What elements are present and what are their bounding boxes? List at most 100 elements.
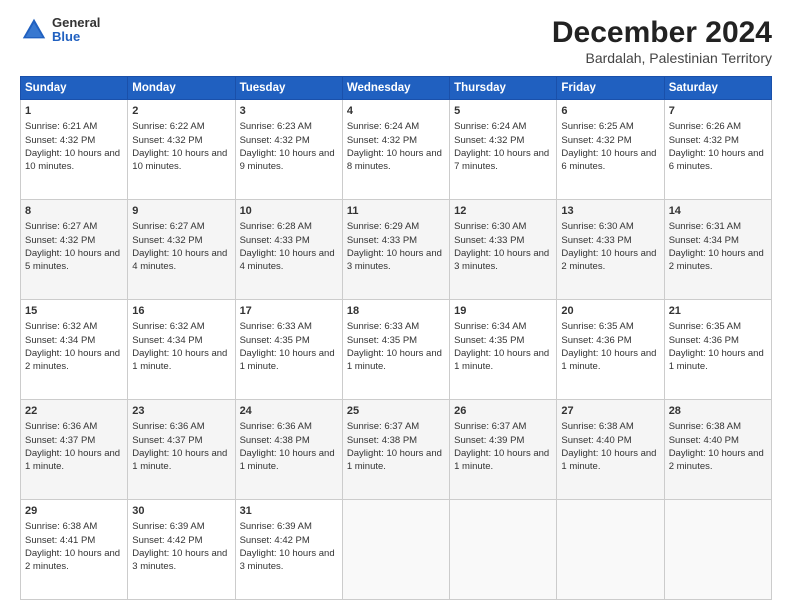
calendar-cell bbox=[342, 500, 449, 600]
sunset-text: Sunset: 4:36 PM bbox=[561, 335, 631, 346]
sunrise-text: Sunrise: 6:23 AM bbox=[240, 121, 312, 132]
sunset-text: Sunset: 4:33 PM bbox=[240, 235, 310, 246]
daylight-text: Daylight: 10 hours and 8 minutes. bbox=[347, 148, 442, 172]
daylight-text: Daylight: 10 hours and 10 minutes. bbox=[132, 148, 227, 172]
sunrise-text: Sunrise: 6:36 AM bbox=[25, 421, 97, 432]
daylight-text: Daylight: 10 hours and 5 minutes. bbox=[25, 248, 120, 272]
sunrise-text: Sunrise: 6:39 AM bbox=[132, 521, 204, 532]
day-number: 16 bbox=[132, 304, 230, 319]
daylight-text: Daylight: 10 hours and 6 minutes. bbox=[561, 148, 656, 172]
calendar-cell: 20 Sunrise: 6:35 AM Sunset: 4:36 PM Dayl… bbox=[557, 300, 664, 400]
day-number: 3 bbox=[240, 104, 338, 119]
daylight-text: Daylight: 10 hours and 1 minute. bbox=[561, 448, 656, 472]
sunset-text: Sunset: 4:33 PM bbox=[561, 235, 631, 246]
day-number: 24 bbox=[240, 404, 338, 419]
calendar-header-row: SundayMondayTuesdayWednesdayThursdayFrid… bbox=[21, 77, 772, 100]
sunset-text: Sunset: 4:34 PM bbox=[669, 235, 739, 246]
day-number: 13 bbox=[561, 204, 659, 219]
sunset-text: Sunset: 4:32 PM bbox=[132, 135, 202, 146]
day-number: 12 bbox=[454, 204, 552, 219]
day-number: 20 bbox=[561, 304, 659, 319]
day-number: 8 bbox=[25, 204, 123, 219]
day-number: 2 bbox=[132, 104, 230, 119]
daylight-text: Daylight: 10 hours and 1 minute. bbox=[561, 348, 656, 372]
daylight-text: Daylight: 10 hours and 7 minutes. bbox=[454, 148, 549, 172]
daylight-text: Daylight: 10 hours and 1 minute. bbox=[347, 348, 442, 372]
sunset-text: Sunset: 4:41 PM bbox=[25, 535, 95, 546]
daylight-text: Daylight: 10 hours and 6 minutes. bbox=[669, 148, 764, 172]
sunset-text: Sunset: 4:32 PM bbox=[669, 135, 739, 146]
daylight-text: Daylight: 10 hours and 1 minute. bbox=[25, 448, 120, 472]
calendar-week-3: 22 Sunrise: 6:36 AM Sunset: 4:37 PM Dayl… bbox=[21, 400, 772, 500]
sunrise-text: Sunrise: 6:34 AM bbox=[454, 321, 526, 332]
daylight-text: Daylight: 10 hours and 4 minutes. bbox=[132, 248, 227, 272]
sunrise-text: Sunrise: 6:21 AM bbox=[25, 121, 97, 132]
sunrise-text: Sunrise: 6:33 AM bbox=[347, 321, 419, 332]
calendar-cell: 9 Sunrise: 6:27 AM Sunset: 4:32 PM Dayli… bbox=[128, 200, 235, 300]
sunset-text: Sunset: 4:42 PM bbox=[132, 535, 202, 546]
day-number: 31 bbox=[240, 504, 338, 519]
calendar-header-thursday: Thursday bbox=[450, 77, 557, 100]
sunset-text: Sunset: 4:37 PM bbox=[132, 435, 202, 446]
sunset-text: Sunset: 4:37 PM bbox=[25, 435, 95, 446]
calendar-cell: 3 Sunrise: 6:23 AM Sunset: 4:32 PM Dayli… bbox=[235, 100, 342, 200]
calendar-cell: 6 Sunrise: 6:25 AM Sunset: 4:32 PM Dayli… bbox=[557, 100, 664, 200]
sunset-text: Sunset: 4:33 PM bbox=[454, 235, 524, 246]
daylight-text: Daylight: 10 hours and 9 minutes. bbox=[240, 148, 335, 172]
sunrise-text: Sunrise: 6:32 AM bbox=[25, 321, 97, 332]
sunrise-text: Sunrise: 6:37 AM bbox=[454, 421, 526, 432]
daylight-text: Daylight: 10 hours and 4 minutes. bbox=[240, 248, 335, 272]
calendar-cell: 29 Sunrise: 6:38 AM Sunset: 4:41 PM Dayl… bbox=[21, 500, 128, 600]
calendar-header-friday: Friday bbox=[557, 77, 664, 100]
calendar-header-monday: Monday bbox=[128, 77, 235, 100]
day-number: 14 bbox=[669, 204, 767, 219]
day-number: 27 bbox=[561, 404, 659, 419]
calendar-header-wednesday: Wednesday bbox=[342, 77, 449, 100]
sunrise-text: Sunrise: 6:30 AM bbox=[454, 221, 526, 232]
daylight-text: Daylight: 10 hours and 1 minute. bbox=[132, 448, 227, 472]
sunrise-text: Sunrise: 6:22 AM bbox=[132, 121, 204, 132]
calendar-cell: 5 Sunrise: 6:24 AM Sunset: 4:32 PM Dayli… bbox=[450, 100, 557, 200]
day-number: 15 bbox=[25, 304, 123, 319]
calendar-cell: 31 Sunrise: 6:39 AM Sunset: 4:42 PM Dayl… bbox=[235, 500, 342, 600]
sunrise-text: Sunrise: 6:38 AM bbox=[25, 521, 97, 532]
sunset-text: Sunset: 4:32 PM bbox=[347, 135, 417, 146]
calendar-cell: 13 Sunrise: 6:30 AM Sunset: 4:33 PM Dayl… bbox=[557, 200, 664, 300]
sunset-text: Sunset: 4:40 PM bbox=[561, 435, 631, 446]
calendar-cell: 28 Sunrise: 6:38 AM Sunset: 4:40 PM Dayl… bbox=[664, 400, 771, 500]
calendar-header-tuesday: Tuesday bbox=[235, 77, 342, 100]
calendar-header-saturday: Saturday bbox=[664, 77, 771, 100]
sunset-text: Sunset: 4:35 PM bbox=[240, 335, 310, 346]
calendar-cell: 17 Sunrise: 6:33 AM Sunset: 4:35 PM Dayl… bbox=[235, 300, 342, 400]
sunrise-text: Sunrise: 6:32 AM bbox=[132, 321, 204, 332]
sunset-text: Sunset: 4:35 PM bbox=[454, 335, 524, 346]
calendar-week-4: 29 Sunrise: 6:38 AM Sunset: 4:41 PM Dayl… bbox=[21, 500, 772, 600]
calendar-header-sunday: Sunday bbox=[21, 77, 128, 100]
calendar-cell: 26 Sunrise: 6:37 AM Sunset: 4:39 PM Dayl… bbox=[450, 400, 557, 500]
calendar-cell: 22 Sunrise: 6:36 AM Sunset: 4:37 PM Dayl… bbox=[21, 400, 128, 500]
day-number: 18 bbox=[347, 304, 445, 319]
sunset-text: Sunset: 4:42 PM bbox=[240, 535, 310, 546]
sunrise-text: Sunrise: 6:27 AM bbox=[132, 221, 204, 232]
day-number: 26 bbox=[454, 404, 552, 419]
day-number: 10 bbox=[240, 204, 338, 219]
daylight-text: Daylight: 10 hours and 2 minutes. bbox=[25, 348, 120, 372]
daylight-text: Daylight: 10 hours and 1 minute. bbox=[240, 348, 335, 372]
calendar-cell: 16 Sunrise: 6:32 AM Sunset: 4:34 PM Dayl… bbox=[128, 300, 235, 400]
calendar-week-2: 15 Sunrise: 6:32 AM Sunset: 4:34 PM Dayl… bbox=[21, 300, 772, 400]
daylight-text: Daylight: 10 hours and 2 minutes. bbox=[669, 248, 764, 272]
day-number: 11 bbox=[347, 204, 445, 219]
sunrise-text: Sunrise: 6:26 AM bbox=[669, 121, 741, 132]
daylight-text: Daylight: 10 hours and 2 minutes. bbox=[669, 448, 764, 472]
location: Bardalah, Palestinian Territory bbox=[552, 50, 772, 66]
calendar-cell: 11 Sunrise: 6:29 AM Sunset: 4:33 PM Dayl… bbox=[342, 200, 449, 300]
day-number: 29 bbox=[25, 504, 123, 519]
sunrise-text: Sunrise: 6:36 AM bbox=[132, 421, 204, 432]
daylight-text: Daylight: 10 hours and 3 minutes. bbox=[347, 248, 442, 272]
calendar-cell: 10 Sunrise: 6:28 AM Sunset: 4:33 PM Dayl… bbox=[235, 200, 342, 300]
page: General Blue December 2024 Bardalah, Pal… bbox=[0, 0, 792, 612]
daylight-text: Daylight: 10 hours and 10 minutes. bbox=[25, 148, 120, 172]
sunrise-text: Sunrise: 6:24 AM bbox=[347, 121, 419, 132]
logo-icon bbox=[20, 16, 48, 44]
sunrise-text: Sunrise: 6:25 AM bbox=[561, 121, 633, 132]
